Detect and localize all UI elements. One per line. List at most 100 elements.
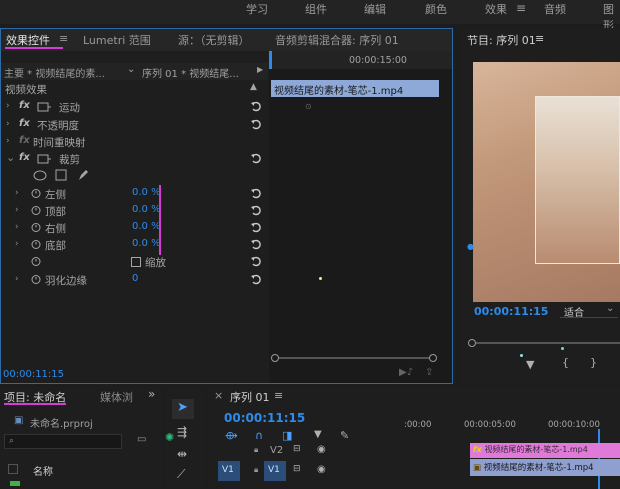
effect-row-time-remap[interactable]: › fx 时间重映射	[1, 134, 268, 151]
panel-menu-icon[interactable]: ≡	[274, 389, 283, 402]
selection-tool[interactable]: ➤	[172, 399, 194, 419]
marker-icon[interactable]: ▼	[526, 358, 534, 371]
sync-lock-icon[interactable]: ⊟	[293, 464, 301, 474]
reset-icon[interactable]	[250, 255, 262, 267]
play-triangle-icon[interactable]: ▶	[257, 65, 263, 74]
mark-out-icon[interactable]: }	[590, 356, 597, 369]
param-value[interactable]: 0.0 %	[132, 204, 161, 215]
program-scrubber[interactable]	[468, 339, 620, 347]
expand-arrow-icon[interactable]: ›	[15, 239, 19, 249]
collapse-up-icon[interactable]: ▲	[250, 82, 257, 92]
expand-arrow-icon[interactable]: ›	[6, 101, 10, 111]
close-tab-icon[interactable]: ×	[214, 389, 223, 402]
search-input[interactable]: ⌕	[4, 434, 122, 449]
expand-arrow-icon[interactable]: ›	[15, 205, 19, 215]
eye-icon[interactable]: ◉	[317, 464, 326, 475]
program-timecode[interactable]: 00:00:11:15	[474, 305, 548, 318]
track-select-tool-icon[interactable]: ⇶	[177, 425, 187, 439]
effect-row-crop[interactable]: ⌄ fx 裁剪	[1, 151, 268, 168]
expand-arrow-icon[interactable]: ›	[15, 188, 19, 198]
reset-icon[interactable]	[250, 187, 262, 199]
chevron-down-icon[interactable]: ⌄	[6, 151, 15, 164]
workspace-color[interactable]: 颜色	[425, 1, 447, 17]
tab-source[interactable]: 源：（无剪辑）	[178, 32, 250, 48]
lock-icon[interactable]: 🔒︎	[254, 445, 258, 455]
param-value[interactable]: 0.0 %	[132, 187, 161, 198]
time-ruler[interactable]: :00:00 00:00:05:00 00:00:10:00	[404, 417, 620, 489]
reset-icon[interactable]	[250, 273, 262, 285]
more-tabs-icon[interactable]: »	[148, 387, 155, 401]
ec-current-time[interactable]: 00:00:11:15	[3, 369, 64, 380]
stopwatch-icon[interactable]	[31, 274, 41, 284]
expand-arrow-icon[interactable]: ›	[6, 136, 10, 146]
rectangle-mask-icon[interactable]	[55, 169, 67, 181]
reset-icon[interactable]	[250, 100, 262, 112]
clip-bar[interactable]: 视频结尾的素材-笔芯-1.mp4	[271, 80, 439, 97]
tab-media-browser[interactable]: 媒体浏	[100, 389, 133, 405]
ec-time-ruler[interactable]: 00:00:15:00	[269, 51, 452, 69]
ellipse-mask-icon[interactable]	[33, 170, 47, 181]
scroll-track[interactable]	[476, 342, 620, 344]
scroll-track[interactable]	[279, 357, 429, 359]
playhead[interactable]	[269, 51, 272, 69]
stopwatch-icon[interactable]	[31, 205, 41, 215]
reset-icon[interactable]	[250, 204, 262, 216]
reset-icon[interactable]	[250, 221, 262, 233]
workspace-assembly[interactable]: 组件	[305, 1, 327, 17]
reset-icon[interactable]	[250, 238, 262, 250]
sync-lock-icon[interactable]: ⊟	[293, 444, 301, 454]
tab-lumetri-scopes[interactable]: Lumetri 范围	[83, 32, 151, 48]
header-checkbox[interactable]	[8, 464, 18, 474]
chevron-down-icon[interactable]: ⌄	[127, 64, 135, 75]
track-target-v1[interactable]: V1	[264, 461, 286, 481]
clip-v1[interactable]: ▣ 视频结尾的素材-笔芯-1.mp4	[470, 459, 620, 476]
reset-icon[interactable]	[250, 118, 262, 130]
scroll-handle-left[interactable]	[468, 339, 476, 347]
workspace-audio[interactable]: 音频	[544, 1, 566, 17]
ec-scrollbar[interactable]	[271, 354, 437, 362]
scroll-handle-right[interactable]	[429, 354, 437, 362]
eye-icon[interactable]: ◉	[317, 444, 326, 455]
linked-selection-icon[interactable]: ◨	[282, 429, 292, 442]
workspace-learn[interactable]: 学习	[246, 1, 268, 17]
panel-menu-icon[interactable]: ≡	[535, 32, 544, 45]
source-patch-v1[interactable]: V1	[218, 461, 240, 481]
workspace-effects[interactable]: 效果	[485, 1, 507, 17]
snap-icon[interactable]: ∩	[255, 429, 263, 442]
sequence-timecode[interactable]: 00:00:11:15	[224, 411, 305, 425]
source-clip-label[interactable]: 主要 * 视频结尾的素...	[4, 65, 105, 80]
workspace-edit[interactable]: 编辑	[364, 1, 386, 17]
audio-scrub-icon[interactable]: ▶♪	[399, 367, 413, 378]
fx-icon[interactable]: fx	[19, 100, 30, 111]
stopwatch-icon[interactable]	[31, 188, 41, 198]
mark-in-icon[interactable]: {	[562, 356, 569, 369]
ripple-edit-tool-icon[interactable]: ⇹	[177, 447, 187, 461]
fx-icon[interactable]: fx	[19, 152, 30, 163]
clip-v2[interactable]: fx 视频结尾的素材-笔芯-1.mp4	[470, 443, 620, 458]
sequence-clip-label[interactable]: 序列 01 * 视频结尾...	[142, 65, 239, 80]
param-value[interactable]: 0.0 %	[132, 221, 161, 232]
stopwatch-icon[interactable]	[31, 239, 41, 249]
expand-arrow-icon[interactable]: ›	[6, 119, 10, 129]
expand-arrow-icon[interactable]: ›	[15, 274, 19, 284]
effect-row-motion[interactable]: › fx 运动	[1, 99, 268, 116]
nest-icon[interactable]: ⟴	[225, 429, 238, 442]
tab-effect-controls[interactable]: 效果控件	[6, 32, 50, 48]
param-value[interactable]: 0.0 %	[132, 238, 161, 249]
param-value[interactable]: 0	[132, 273, 138, 284]
stopwatch-icon[interactable]	[31, 222, 41, 232]
stopwatch-icon[interactable]	[31, 256, 41, 266]
reset-icon[interactable]	[250, 152, 262, 164]
lock-icon[interactable]: 🔒︎	[254, 465, 258, 475]
pen-mask-icon[interactable]	[77, 169, 89, 182]
name-column-header[interactable]: 名称	[33, 463, 53, 478]
effect-row-opacity[interactable]: › fx 不透明度	[1, 117, 268, 134]
program-title[interactable]: 节目: 序列 01	[467, 32, 536, 48]
add-marker-icon[interactable]: ▼	[314, 429, 322, 440]
tab-menu-icon[interactable]: ≡	[59, 32, 68, 45]
tab-audio-clip-mixer[interactable]: 音频剪辑混合器: 序列 01	[275, 32, 399, 48]
razor-tool-icon[interactable]: ⟋	[177, 467, 185, 482]
tab-sequence[interactable]: 序列 01	[230, 389, 270, 405]
zoom-checkbox[interactable]	[131, 257, 141, 267]
export-frame-icon[interactable]: ⇪	[425, 367, 433, 378]
